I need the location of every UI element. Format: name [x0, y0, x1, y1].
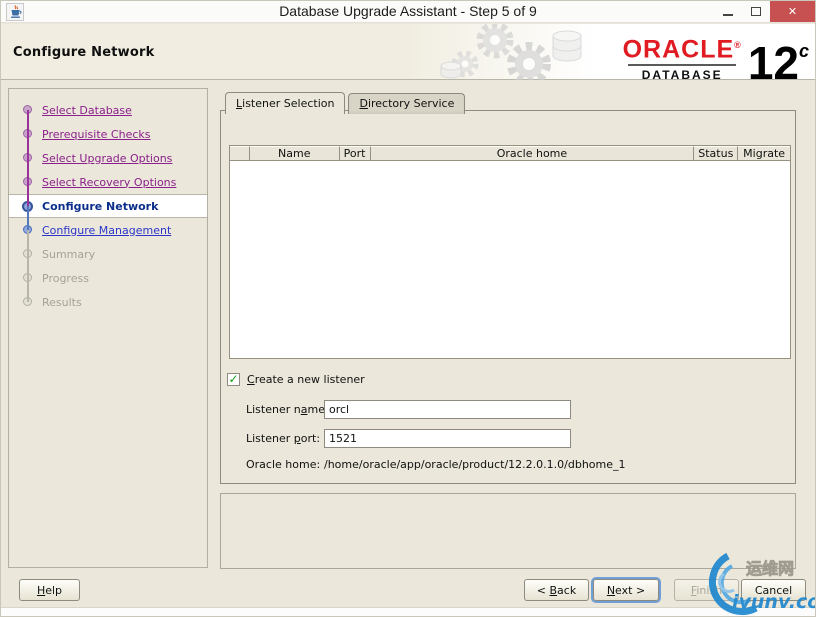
- create-listener-label: Create a new listener: [247, 373, 365, 386]
- listener-port-input[interactable]: [324, 429, 571, 448]
- column-header-status[interactable]: Status: [694, 146, 739, 160]
- listener-port-label: Listener port:: [246, 432, 321, 445]
- window-bottom-edge: [1, 607, 815, 616]
- tab-listener-selection[interactable]: Listener Selection: [225, 92, 346, 114]
- page-title: Configure Network: [13, 45, 155, 60]
- sidebar-step-select-recovery-options[interactable]: Select Recovery Options: [9, 170, 207, 194]
- sidebar-step-results: Results: [9, 290, 207, 314]
- listener-selection-panel: Name Port Oracle home Status Migrate ✓ C…: [220, 110, 796, 484]
- java-app-icon: [6, 3, 24, 21]
- step-list: Select Database Prerequisite Checks Sele…: [9, 89, 207, 314]
- create-listener-checkbox[interactable]: ✓: [227, 373, 240, 386]
- version-12c: 12c: [747, 37, 809, 89]
- oracle-wordmark: ORACLE®: [622, 35, 742, 64]
- logo-rule: [628, 63, 737, 66]
- title-bar: Database Upgrade Assistant - Step 5 of 9…: [1, 1, 815, 23]
- database-wordmark: DATABASE: [641, 67, 723, 82]
- listener-table[interactable]: Name Port Oracle home Status Migrate: [229, 145, 791, 359]
- step-connector-current: [27, 206, 29, 230]
- oracle-12c-logo: ORACLE® DATABASE 12c: [623, 27, 809, 87]
- create-listener-row: ✓ Create a new listener: [227, 373, 365, 386]
- sidebar-step-select-database[interactable]: Select Database: [9, 98, 207, 122]
- close-icon: ✕: [787, 5, 798, 18]
- sidebar-step-configure-management[interactable]: Configure Management: [9, 218, 207, 242]
- back-button[interactable]: < Back: [524, 579, 589, 601]
- step-connector-future: [27, 230, 29, 302]
- message-box: [220, 493, 796, 569]
- wizard-header: Configure Network ORACLE® DATABASE 12c: [1, 21, 815, 87]
- column-header-port[interactable]: Port: [339, 146, 371, 160]
- sidebar-step-configure-network[interactable]: Configure Network: [9, 194, 207, 218]
- listener-table-header: Name Port Oracle home Status Migrate: [230, 146, 791, 161]
- column-header-select[interactable]: [230, 146, 250, 160]
- dbua-window: Database Upgrade Assistant - Step 5 of 9…: [0, 0, 816, 617]
- listener-name-input[interactable]: [324, 400, 571, 419]
- minimize-icon: [723, 14, 733, 16]
- sidebar-step-summary: Summary: [9, 242, 207, 266]
- column-header-oracle-home[interactable]: Oracle home: [370, 146, 695, 160]
- sidebar-step-prerequisite-checks[interactable]: Prerequisite Checks: [9, 122, 207, 146]
- maximize-button[interactable]: [742, 1, 770, 22]
- cancel-button[interactable]: Cancel: [741, 579, 806, 601]
- sidebar-step-select-upgrade-options[interactable]: Select Upgrade Options: [9, 146, 207, 170]
- listener-name-label: Listener name:: [246, 403, 329, 416]
- finish-button: Finish: [674, 579, 739, 601]
- tab-bar: Listener Selection Directory Service: [225, 92, 468, 114]
- window-title: Database Upgrade Assistant - Step 5 of 9: [279, 3, 537, 19]
- maximize-icon: [751, 7, 761, 16]
- sidebar-step-progress: Progress: [9, 266, 207, 290]
- close-button[interactable]: ✕: [770, 1, 815, 22]
- gears-database-art-icon: [433, 21, 603, 86]
- window-controls: ✕: [714, 1, 815, 23]
- help-button[interactable]: Help: [19, 579, 80, 601]
- column-header-migrate[interactable]: Migrate: [738, 146, 791, 160]
- column-header-name[interactable]: Name: [249, 146, 340, 160]
- next-button[interactable]: Next >: [593, 579, 659, 601]
- oracle-home-value: /home/oracle/app/oracle/product/12.2.0.1…: [324, 458, 626, 471]
- oracle-home-label: Oracle home:: [246, 458, 321, 471]
- step-connector-visited: [27, 110, 29, 206]
- wizard-steps-sidebar: Select Database Prerequisite Checks Sele…: [8, 88, 208, 568]
- checkmark-icon: ✓: [228, 372, 239, 386]
- tab-directory-service[interactable]: Directory Service: [348, 93, 466, 114]
- minimize-button[interactable]: [714, 1, 742, 22]
